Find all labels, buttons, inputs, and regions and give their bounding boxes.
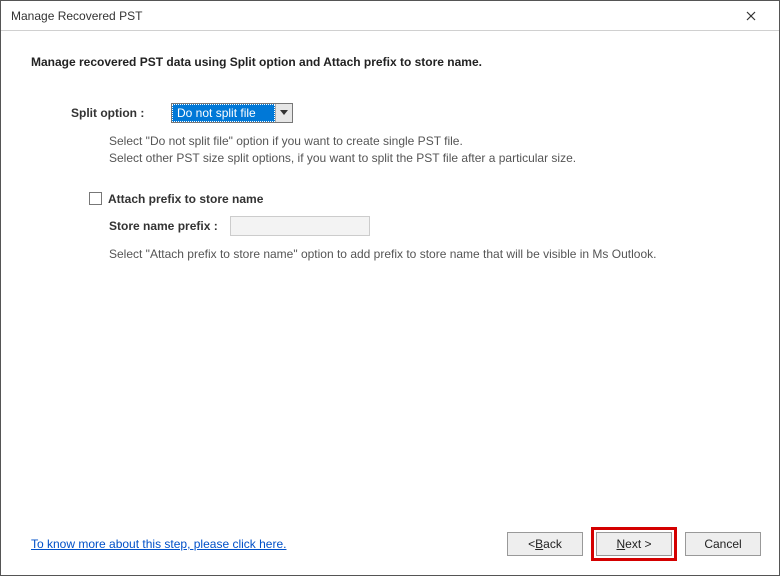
next-button-highlight: Next > — [591, 527, 677, 561]
split-option-hint: Select "Do not split file" option if you… — [31, 133, 749, 168]
split-option-label: Split option : — [31, 106, 171, 120]
split-hint-line2: Select other PST size split options, if … — [109, 150, 749, 167]
split-option-selected: Do not split file — [172, 104, 275, 122]
attach-prefix-checkbox[interactable] — [89, 192, 102, 205]
page-heading: Manage recovered PST data using Split op… — [31, 55, 749, 69]
split-option-row: Split option : Do not split file — [31, 103, 749, 123]
split-option-dropdown[interactable]: Do not split file — [171, 103, 293, 123]
close-icon — [746, 11, 756, 21]
window-title: Manage Recovered PST — [11, 9, 731, 23]
next-button[interactable]: Next > — [596, 532, 672, 556]
footer: To know more about this step, please cli… — [1, 521, 779, 575]
dialog-window: Manage Recovered PST Manage recovered PS… — [0, 0, 780, 576]
prefix-input-label: Store name prefix : — [109, 219, 218, 233]
help-link[interactable]: To know more about this step, please cli… — [31, 537, 286, 551]
titlebar: Manage Recovered PST — [1, 1, 779, 31]
store-name-prefix-input[interactable] — [230, 216, 370, 236]
prefix-input-row: Store name prefix : — [31, 216, 749, 236]
prefix-hint: Select "Attach prefix to store name" opt… — [31, 246, 749, 263]
chevron-down-icon — [280, 110, 288, 116]
dropdown-toggle[interactable] — [275, 104, 292, 122]
close-button[interactable] — [731, 2, 771, 30]
prefix-checkbox-row: Attach prefix to store name — [31, 192, 749, 206]
attach-prefix-label: Attach prefix to store name — [108, 192, 263, 206]
cancel-button[interactable]: Cancel — [685, 532, 761, 556]
split-hint-line1: Select "Do not split file" option if you… — [109, 133, 749, 150]
content-area: Manage recovered PST data using Split op… — [1, 31, 779, 521]
back-button[interactable]: < Back — [507, 532, 583, 556]
